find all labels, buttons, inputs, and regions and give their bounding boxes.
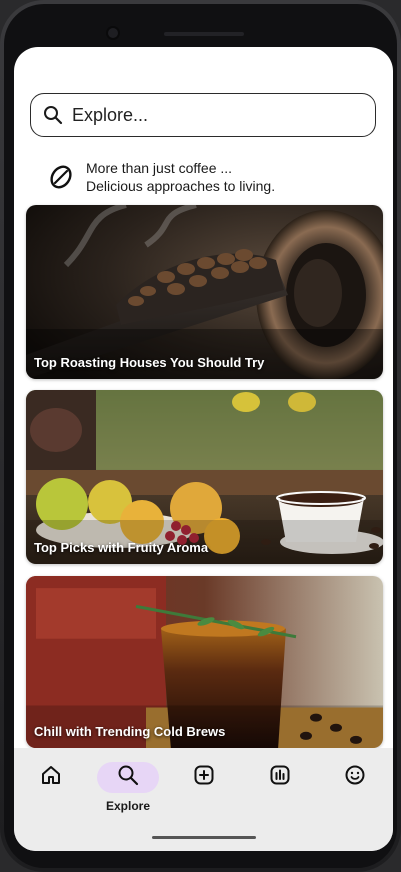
tagline: More than just coffee ... Delicious appr… [48,159,275,195]
app-screen: More than just coffee ... Delicious appr… [14,47,393,851]
coffee-roaster-image [26,205,383,379]
card-title: Top Picks with Fruity Aroma [34,540,209,555]
nav-label-explore: Explore [105,799,150,813]
nav-active-indicator [97,762,159,793]
card-title: Chill with Trending Cold Brews [34,724,226,739]
nav-item-add[interactable] [174,762,234,818]
fruit-and-coffee-image [26,390,383,564]
search-icon [42,104,64,126]
nav-item-profile[interactable] [325,762,385,818]
article-card-roasting-houses[interactable]: Top Roasting Houses You Should Try [26,205,383,379]
nav-item-home[interactable] [21,762,81,818]
earpiece-speaker [164,32,244,36]
stats-icon [269,764,291,791]
search-icon [117,764,139,791]
gesture-home-indicator[interactable] [152,836,256,839]
search-bar[interactable] [30,93,376,137]
phone-frame: More than just coffee ... Delicious appr… [0,0,401,872]
article-card-cold-brews[interactable]: Chill with Trending Cold Brews [26,576,383,748]
nav-item-stats[interactable] [250,762,310,818]
coffee-bean-icon [48,164,74,190]
nav-item-explore[interactable]: Explore [97,762,159,818]
article-card-fruity-aroma[interactable]: Top Picks with Fruity Aroma [26,390,383,564]
profile-smile-icon [344,764,366,791]
home-icon [40,764,62,791]
bottom-navigation: Explore [14,748,393,851]
tagline-text: More than just coffee ... Delicious appr… [86,159,275,195]
card-title: Top Roasting Houses You Should Try [34,355,265,370]
add-icon [193,764,215,791]
tagline-line-1: More than just coffee ... [86,160,233,176]
front-camera [108,28,118,38]
cold-brew-image [26,576,383,748]
tagline-line-2: Delicious approaches to living. [86,178,276,194]
search-input[interactable] [72,104,342,126]
